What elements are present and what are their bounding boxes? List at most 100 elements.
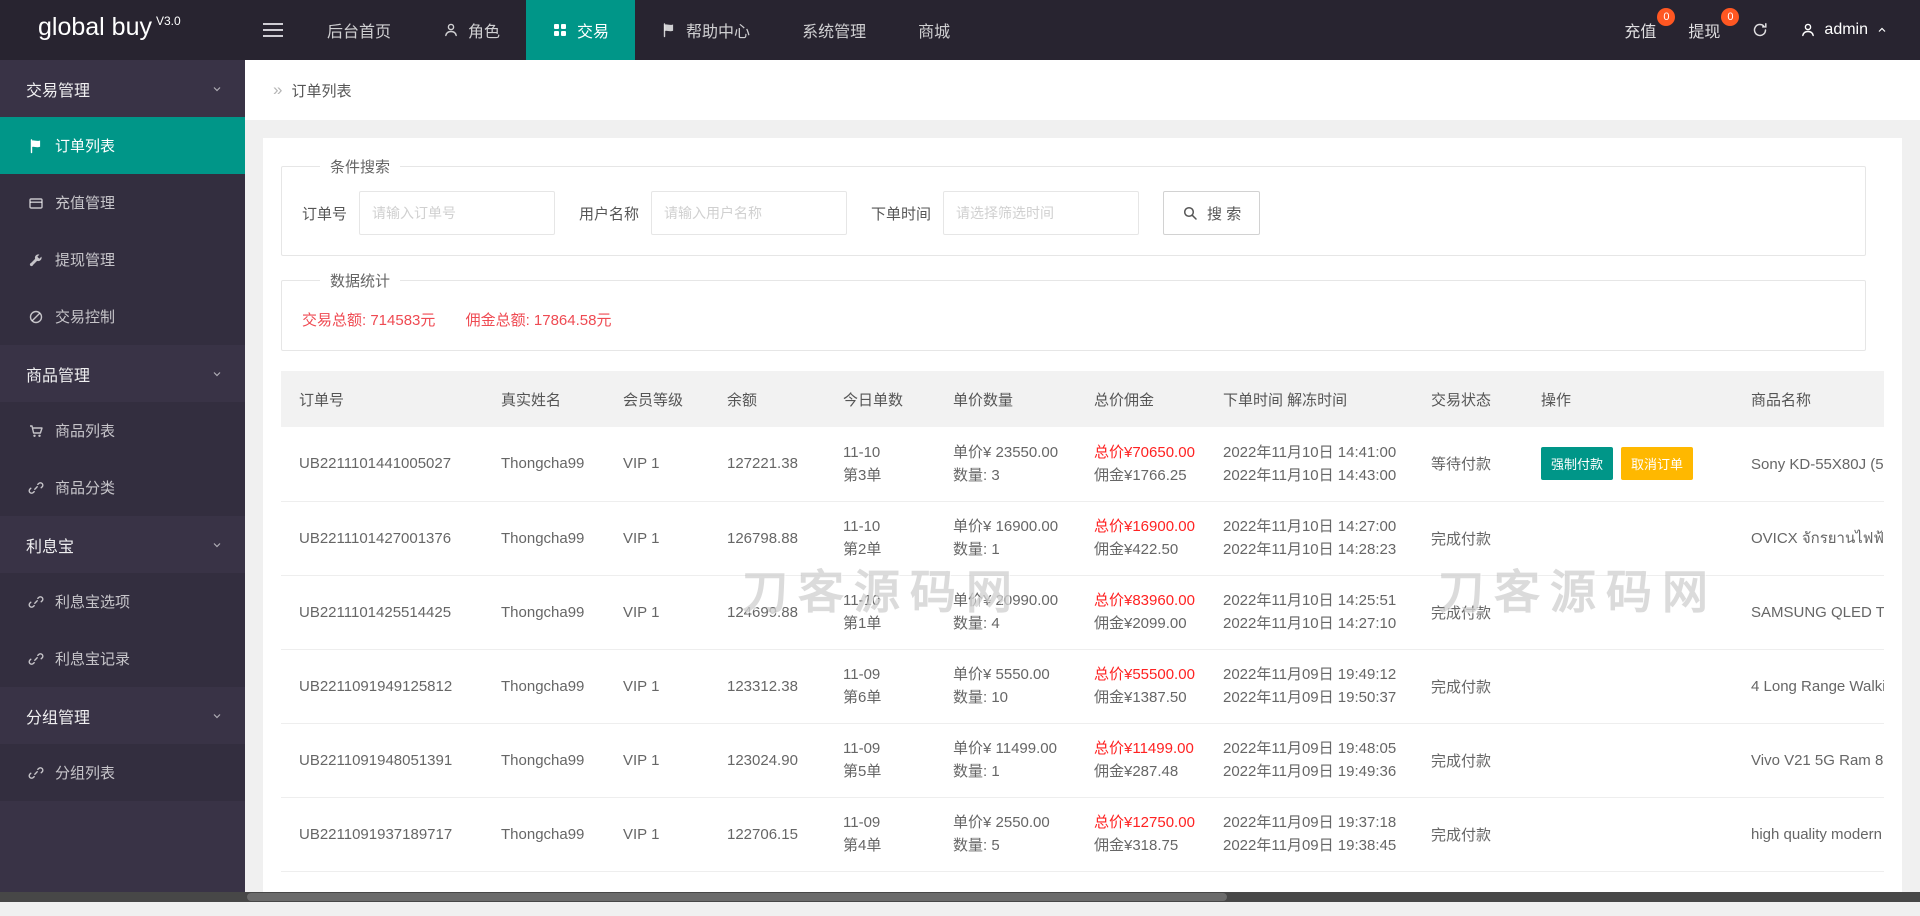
cell-actions: 强制付款取消订单 — [1523, 427, 1733, 501]
cell-time: 2022年11月09日 19:37:182022年11月09日 19:38:45 — [1205, 797, 1413, 871]
cell-total-commission: 总价¥55500.00佣金¥1387.50 — [1076, 649, 1205, 723]
cell-real-name: Thongcha99 — [483, 649, 605, 723]
cell-price-qty: 单价¥ 2550.00数量: 5 — [935, 797, 1076, 871]
admin-menu[interactable]: admin — [1784, 0, 1894, 60]
username-input[interactable] — [651, 191, 847, 235]
nav-system-label: 系统管理 — [802, 18, 866, 42]
stats-commission: 佣金总额: 17864.58元 — [466, 312, 612, 329]
nav-roles[interactable]: 角色 — [417, 0, 526, 60]
nav-dashboard-label: 后台首页 — [327, 18, 391, 42]
cell-day-count: 11-10第2单 — [825, 501, 935, 575]
sidebar-item-label: 分组列表 — [55, 762, 115, 783]
ban-icon — [28, 309, 44, 325]
group-label: 利息宝 — [26, 533, 74, 557]
order-no-field: 订单号 — [302, 191, 555, 235]
th-order-no: 订单号 — [281, 371, 483, 427]
search-legend: 条件搜索 — [320, 156, 400, 177]
sidebar-group-groups[interactable]: 分组管理 — [0, 687, 245, 744]
cancel-order-button[interactable]: 取消订单 — [1621, 447, 1693, 480]
cell-day-count: 11-10第1单 — [825, 575, 935, 649]
sidebar-item-goods-list[interactable]: 商品列表 — [0, 402, 245, 459]
nav-help[interactable]: 帮助中心 — [635, 0, 776, 60]
cell-balance: 127221.38 — [709, 427, 825, 501]
cell-order-no: UB2211091949125812 — [281, 649, 483, 723]
group-label: 商品管理 — [26, 362, 90, 386]
order-time-input[interactable] — [943, 191, 1139, 235]
topbar-right: 充值 0 提现 0 admin — [1608, 0, 1920, 60]
page-title: 订单列表 — [291, 80, 351, 101]
hamburger-icon[interactable] — [245, 0, 301, 60]
wallet-icon — [28, 195, 44, 211]
cell-time: 2022年11月10日 14:25:512022年11月10日 14:27:10 — [1205, 575, 1413, 649]
cell-balance: 123024.90 — [709, 723, 825, 797]
cell-status: 完成付款 — [1413, 797, 1523, 871]
cell-balance: 122706.15 — [709, 797, 825, 871]
cell-level: VIP 1 — [605, 649, 709, 723]
horizontal-scrollbar[interactable] — [0, 892, 1920, 902]
sidebar-item-interest-records[interactable]: 利息宝记录 — [0, 630, 245, 687]
sidebar-group-trade[interactable]: 交易管理 — [0, 60, 245, 117]
search-button[interactable]: 搜 索 — [1163, 191, 1260, 235]
sidebar-item-order-list[interactable]: 订单列表 — [0, 117, 245, 174]
cell-price-qty: 单价¥ 16900.00数量: 1 — [935, 501, 1076, 575]
chevron-down-icon — [211, 710, 223, 722]
logo-version: V3.0 — [156, 14, 181, 28]
th-actions: 操作 — [1523, 371, 1733, 427]
logo-text: global buy — [38, 12, 152, 42]
force-pay-button[interactable]: 强制付款 — [1541, 447, 1613, 480]
cell-total-commission: 总价¥11499.00佣金¥287.48 — [1076, 723, 1205, 797]
link-icon — [28, 594, 44, 610]
chevron-down-icon — [211, 539, 223, 551]
th-day-count: 今日单数 — [825, 371, 935, 427]
sidebar-item-recharge[interactable]: 充值管理 — [0, 174, 245, 231]
cell-balance: 126798.88 — [709, 501, 825, 575]
sidebar-item-group-list[interactable]: 分组列表 — [0, 744, 245, 801]
nav-dashboard[interactable]: 后台首页 — [301, 0, 417, 60]
sidebar-group-goods[interactable]: 商品管理 — [0, 345, 245, 402]
nav-trade-label: 交易 — [577, 18, 609, 42]
cell-product: OVICX จักรยานไฟฟ้า รุ่นQ2S T — [1733, 501, 1884, 575]
nav-system[interactable]: 系统管理 — [776, 0, 892, 60]
chevron-down-icon — [211, 368, 223, 380]
nav-trade[interactable]: 交易 — [526, 0, 635, 60]
scrollbar-thumb[interactable] — [247, 893, 1227, 901]
sidebar-item-trade-control[interactable]: 交易控制 — [0, 288, 245, 345]
th-balance: 余额 — [709, 371, 825, 427]
stats-total: 交易总额: 714583元 — [302, 312, 435, 329]
cell-total-commission: 总价¥16900.00佣金¥422.50 — [1076, 501, 1205, 575]
cell-actions — [1523, 649, 1733, 723]
cell-order-no: UB2211101427001376 — [281, 501, 483, 575]
breadcrumb-sep: » — [273, 80, 282, 100]
chevron-up-icon — [1876, 24, 1888, 36]
orders-table: 订单号 真实姓名 会员等级 余额 今日单数 单价数量 总价佣金 下单时间 解冻时… — [281, 371, 1884, 898]
stats-legend: 数据统计 — [320, 270, 400, 291]
cell-day-count: 11-09第6单 — [825, 649, 935, 723]
cell-level: VIP 1 — [605, 427, 709, 501]
sidebar-item-withdraw[interactable]: 提现管理 — [0, 231, 245, 288]
cell-time: 2022年11月09日 19:48:052022年11月09日 19:49:36 — [1205, 723, 1413, 797]
th-real-name: 真实姓名 — [483, 371, 605, 427]
cell-total-commission: 总价¥70650.00佣金¥1766.25 — [1076, 427, 1205, 501]
wrench-icon — [28, 252, 44, 268]
cell-actions — [1523, 501, 1733, 575]
refresh-icon[interactable] — [1736, 0, 1784, 60]
cell-day-count: 11-10第3单 — [825, 427, 935, 501]
recharge-label: 充值 — [1624, 18, 1656, 42]
withdraw-link[interactable]: 提现 0 — [1672, 0, 1736, 60]
sidebar-item-goods-category[interactable]: 商品分类 — [0, 459, 245, 516]
recharge-link[interactable]: 充值 0 — [1608, 0, 1672, 60]
cell-day-count: 11-09第5单 — [825, 723, 935, 797]
sidebar-item-interest-options[interactable]: 利息宝选项 — [0, 573, 245, 630]
cell-product: Sony KD-55X80J (55 นิ้ว) — [1733, 427, 1884, 501]
card: 条件搜索 订单号 用户名称 下单时间 — [263, 138, 1902, 898]
cell-real-name: Thongcha99 — [483, 501, 605, 575]
cell-time: 2022年11月10日 14:41:002022年11月10日 14:43:00 — [1205, 427, 1413, 501]
flag-icon — [661, 22, 677, 38]
order-no-input[interactable] — [359, 191, 555, 235]
nav-mall[interactable]: 商城 — [892, 0, 976, 60]
sidebar-group-interest[interactable]: 利息宝 — [0, 516, 245, 573]
top-nav: 后台首页 角色 交易 帮助中心 系统管理 商城 — [301, 0, 976, 60]
withdraw-label: 提现 — [1688, 18, 1720, 42]
orders-table-wrap: 订单号 真实姓名 会员等级 余额 今日单数 单价数量 总价佣金 下单时间 解冻时… — [281, 371, 1884, 898]
th-product: 商品名称 — [1733, 371, 1884, 427]
